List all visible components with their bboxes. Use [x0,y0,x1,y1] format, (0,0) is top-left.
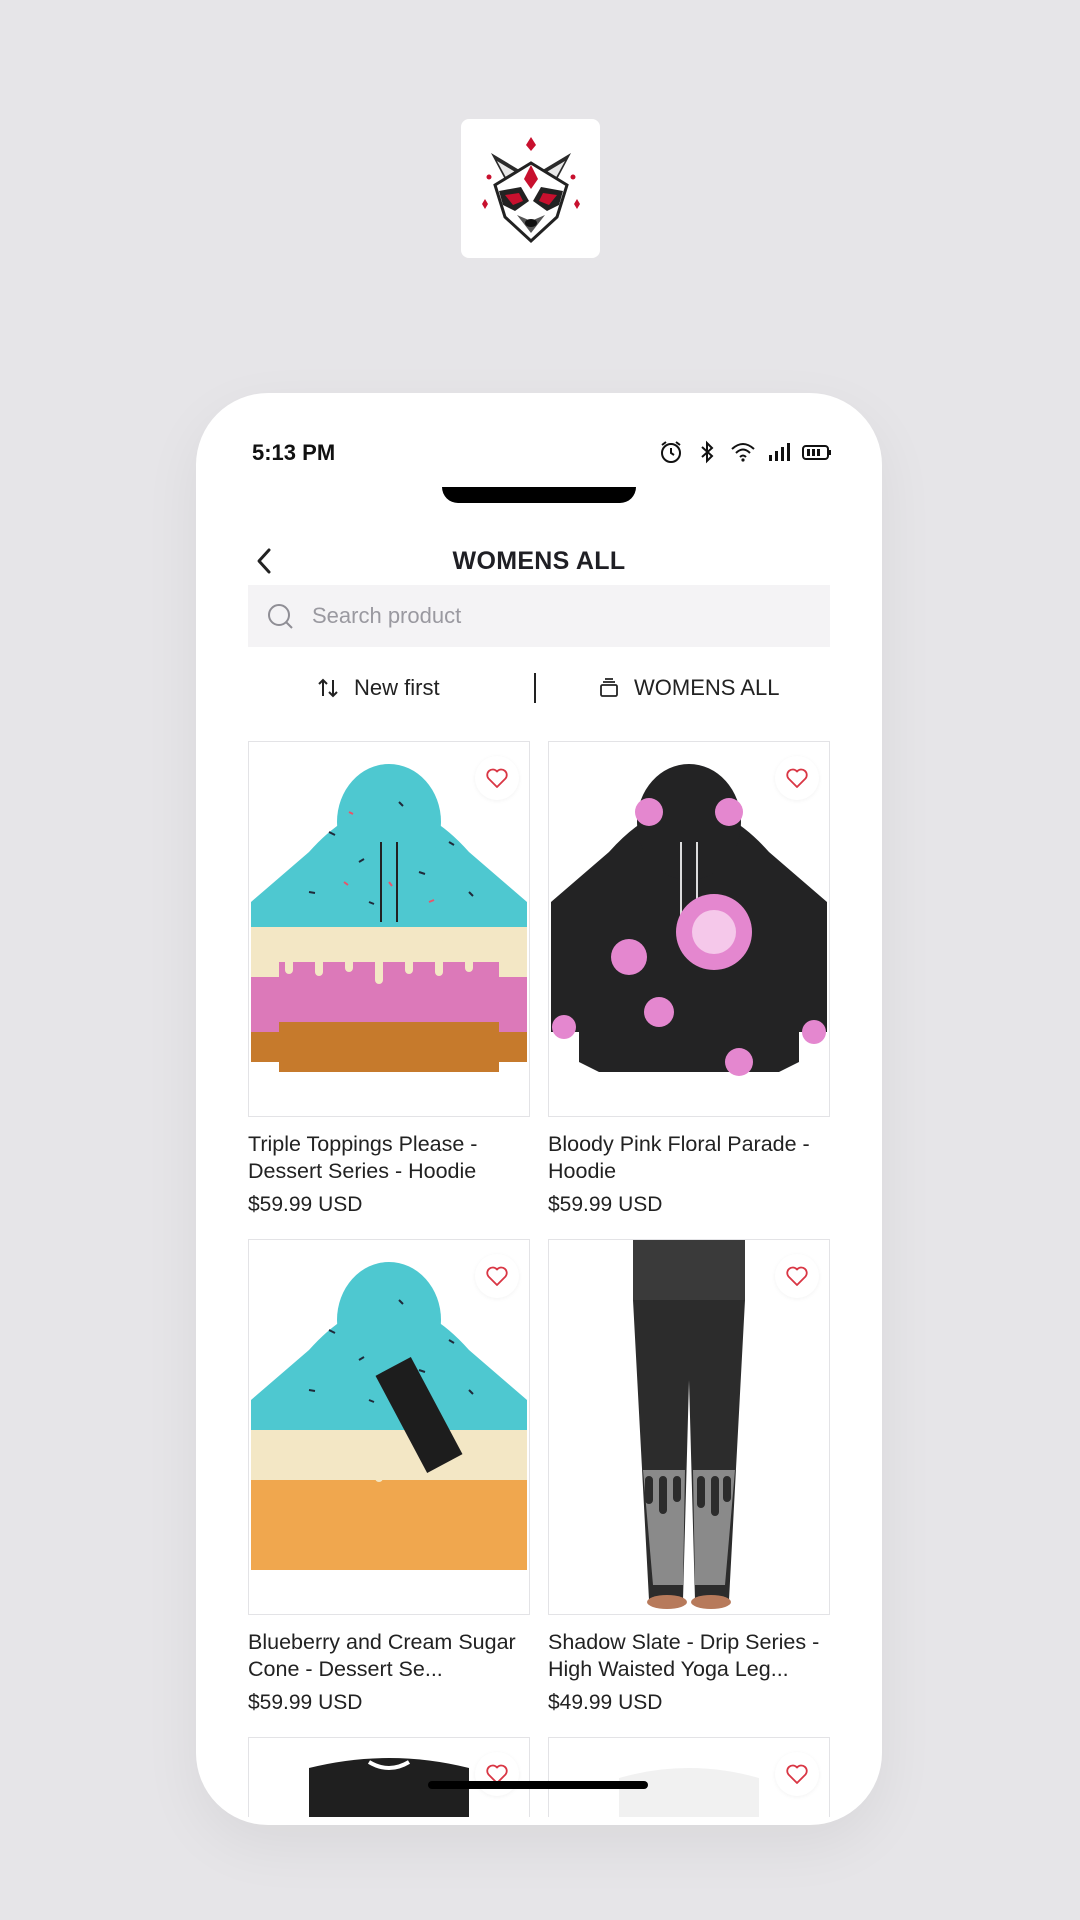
favorite-button[interactable] [475,1752,519,1796]
product-title[interactable]: Shadow Slate - Drip Series - High Waiste… [548,1629,830,1683]
filter-divider [534,673,536,703]
heart-icon [486,768,508,788]
category-label: WOMENS ALL [634,675,780,700]
sort-label: New first [354,675,440,700]
product-price: $59.99 USD [548,1193,663,1216]
product-card[interactable]: Shadow Slate - Drip Series - High Waiste… [548,1239,830,1715]
product-price: $59.99 USD [248,1193,363,1216]
product-card[interactable]: Triple Toppings Please - Dessert Series … [248,741,530,1217]
wifi-icon [730,439,756,465]
product-card[interactable]: Bloody Pink Floral Parade - Hoodie $59.9… [548,741,830,1217]
category-icon [600,678,618,697]
search-bar[interactable] [248,585,830,647]
favorite-button[interactable] [775,756,819,800]
status-time: 5:13 PM [252,440,336,465]
product-title[interactable]: Blueberry and Cream Sugar Cone - Dessert… [248,1629,530,1683]
page-title: WOMENS ALL [452,547,626,575]
category-button[interactable]: WOMENS ALL [598,663,779,713]
product-image[interactable] [248,1239,530,1615]
heart-icon [786,1764,808,1784]
heart-icon [786,1266,808,1286]
battery-icon [802,439,832,465]
product-title[interactable]: Bloody Pink Floral Parade - Hoodie [548,1131,830,1185]
sort-button[interactable]: New first [316,663,440,713]
back-arrow-icon [257,548,271,574]
bluetooth-icon [694,439,720,465]
phone-frame: 5:13 PM WOMENS ALL Search product New fi… [196,393,882,1825]
alarm-icon [658,439,684,465]
status-bar: 5:13 PM [196,433,882,473]
product-price: $59.99 USD [248,1691,363,1714]
product-image[interactable] [548,741,830,1117]
search-input[interactable] [310,602,794,630]
signal-icon [766,439,792,465]
hoodie-image [551,764,827,1076]
product-image[interactable] [248,1737,530,1817]
product-image[interactable] [248,741,530,1117]
hoodie-image [251,764,527,1072]
heart-icon [786,768,808,788]
page-header: WOMENS ALL [196,531,882,591]
product-image[interactable] [548,1737,830,1817]
product-card[interactable]: Blueberry and Cream Sugar Cone - Dessert… [248,1239,530,1715]
product-title[interactable]: Triple Toppings Please - Dessert Series … [248,1131,530,1185]
back-button[interactable] [246,543,282,579]
status-icons [658,439,832,465]
product-card[interactable] [548,1737,830,1817]
heart-icon [486,1266,508,1286]
favorite-button[interactable] [475,1254,519,1298]
filter-bar: New first WOMENS ALL [248,663,830,713]
favorite-button[interactable] [475,756,519,800]
favorite-button[interactable] [775,1752,819,1796]
camera-notch [442,487,636,503]
sort-icon [318,678,338,698]
product-image[interactable] [548,1239,830,1615]
home-indicator[interactable] [428,1781,648,1789]
raccoon-logo-icon [481,136,580,243]
brand-logo [461,119,600,258]
hoodie-image [251,1262,527,1570]
leggings-image [633,1240,745,1609]
product-price: $49.99 USD [548,1691,663,1714]
favorite-button[interactable] [775,1254,819,1298]
search-icon [268,604,293,629]
product-card[interactable] [248,1737,530,1817]
